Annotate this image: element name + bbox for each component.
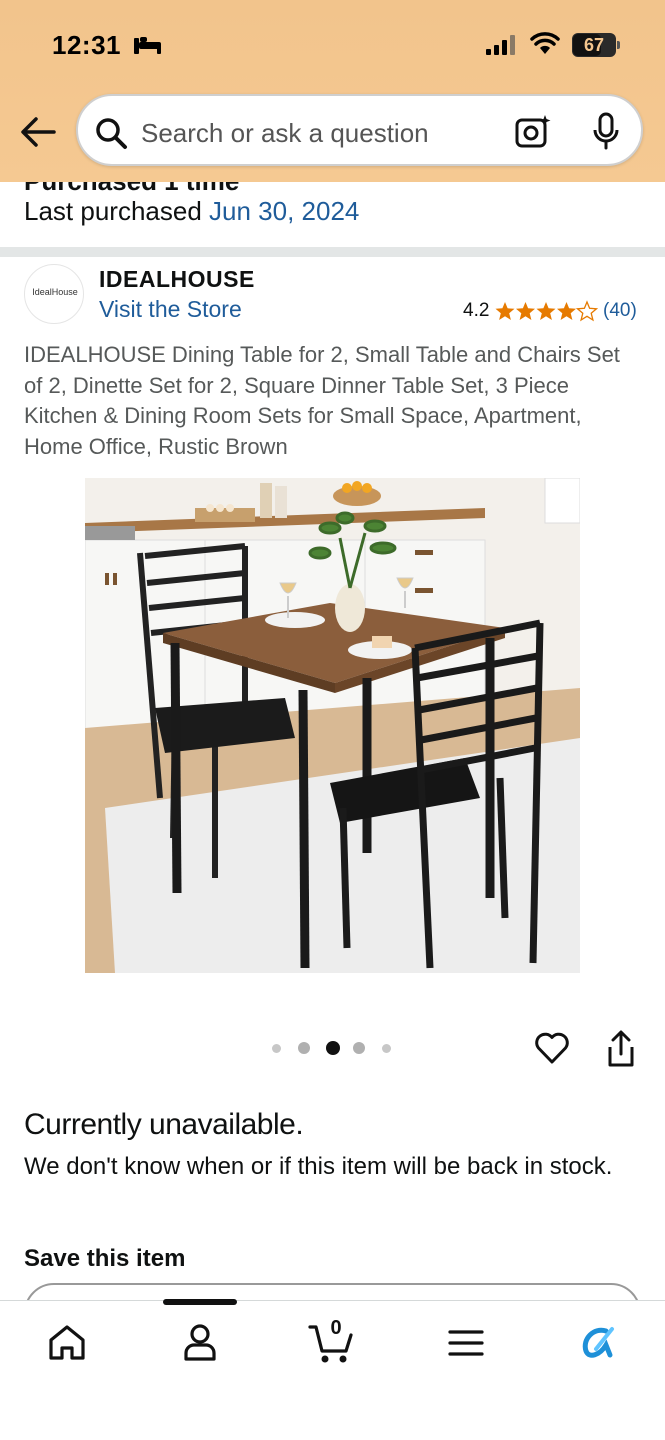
menu-icon[interactable] xyxy=(444,1321,488,1365)
back-arrow-icon[interactable] xyxy=(18,114,58,150)
product-image[interactable] xyxy=(85,478,580,973)
search-bar[interactable]: Search or ask a question xyxy=(76,94,643,166)
cart-button[interactable]: 0 xyxy=(308,1317,358,1365)
brand-logo[interactable]: IdealHouse xyxy=(24,264,84,324)
share-icon[interactable] xyxy=(605,1030,637,1068)
search-input[interactable]: Search or ask a question xyxy=(141,118,429,149)
camera-search-icon[interactable] xyxy=(514,113,552,149)
active-tab-indicator xyxy=(163,1299,237,1305)
home-icon[interactable] xyxy=(45,1321,89,1365)
save-item-heading: Save this item xyxy=(24,1245,186,1272)
carousel-dot[interactable] xyxy=(272,1044,281,1053)
availability-title: Currently unavailable. xyxy=(24,1108,304,1141)
carousel-dot[interactable] xyxy=(353,1042,365,1054)
microphone-icon[interactable] xyxy=(592,112,620,150)
account-icon[interactable] xyxy=(178,1321,222,1365)
last-purchased-info: Last purchased Jun 30, 2024 xyxy=(24,196,360,226)
brand-name: IDEALHOUSE xyxy=(99,266,255,292)
bottom-nav: 0 xyxy=(0,1299,665,1440)
battery-indicator: 67 xyxy=(572,33,620,57)
status-time: 12:31 xyxy=(52,30,121,60)
search-icon xyxy=(96,118,127,149)
wifi-icon xyxy=(530,32,560,54)
rufus-icon[interactable] xyxy=(576,1321,620,1365)
heart-icon[interactable] xyxy=(534,1029,570,1065)
rating-count-link[interactable]: (40) xyxy=(603,300,637,322)
availability-text: We don't know when or if this item will … xyxy=(24,1153,613,1180)
app-header: 12:31 67 Search or ask a question xyxy=(0,0,665,182)
star-rating-icon[interactable] xyxy=(494,300,598,322)
carousel-dot[interactable] xyxy=(298,1042,310,1054)
visit-store-link[interactable]: Visit the Store xyxy=(99,296,242,323)
cell-signal-icon xyxy=(486,35,515,55)
rating-value: 4.2 xyxy=(463,300,490,321)
cart-count: 0 xyxy=(330,1317,342,1339)
product-title: IDEALHOUSE Dining Table for 2, Small Tab… xyxy=(24,342,620,459)
carousel-dot[interactable] xyxy=(382,1044,391,1053)
section-divider xyxy=(0,247,665,257)
sleep-focus-icon xyxy=(134,37,161,54)
carousel-dot-active[interactable] xyxy=(326,1041,340,1055)
last-purchased-date-link[interactable]: Jun 30, 2024 xyxy=(209,196,359,226)
